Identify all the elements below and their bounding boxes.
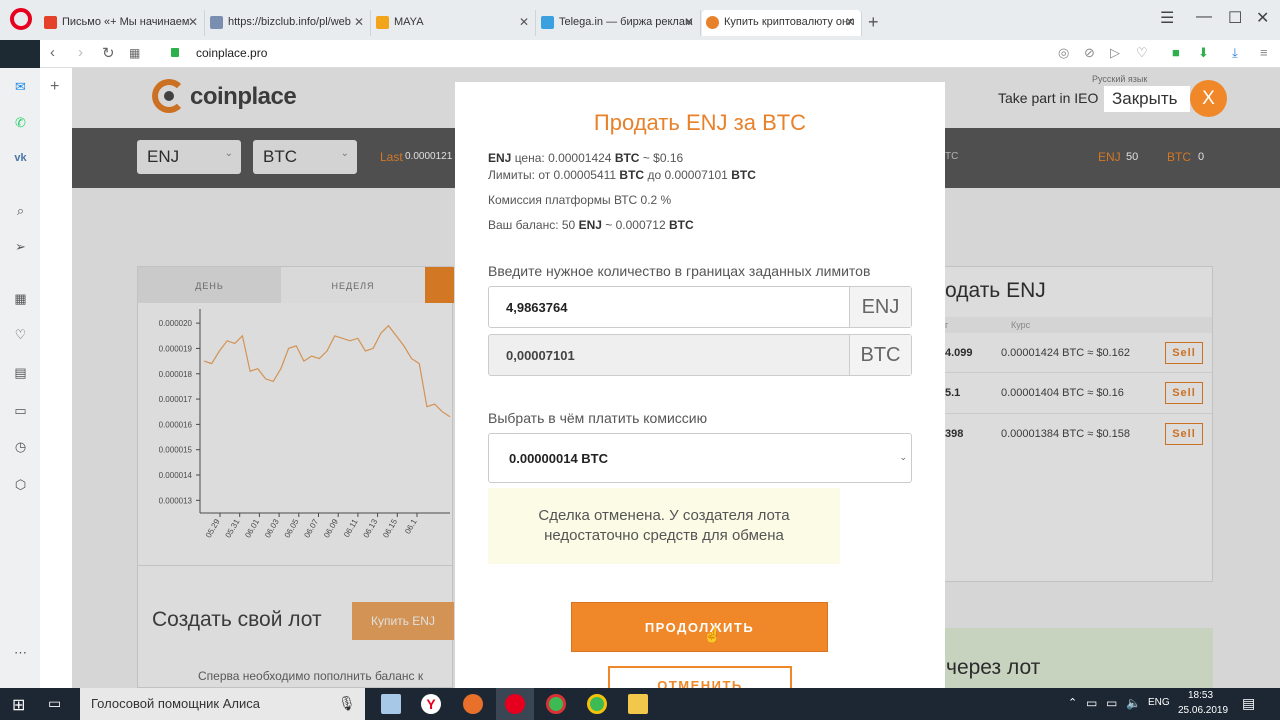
btc-amount-field[interactable]: 0,00007101 BTC (488, 334, 912, 376)
input-language[interactable]: ENG (1148, 697, 1170, 708)
continue-button[interactable]: ПРОДОЛЖИТЬ (571, 602, 828, 652)
extensions-icon[interactable]: ⬡ (12, 476, 29, 493)
sell-modal: Продать ENJ за BTC ENJ цена: 0.00001424 … (455, 82, 945, 688)
cursor-icon: ☝ (703, 627, 722, 644)
chevron-down-icon: ⌄ (899, 452, 907, 462)
browser-tab-bar: Письмо «+ Мы начинаем ✕ https://bizclub.… (0, 0, 1280, 40)
balance-info: Ваш баланс: 50 ENJ ~ 0.000712 BTC (488, 218, 694, 232)
adblock-icon[interactable]: ⊘ (1084, 45, 1095, 61)
search-icon[interactable]: ⌕ (12, 202, 29, 219)
close-label[interactable]: Закрыть (1104, 86, 1190, 112)
new-tab-button[interactable]: + (868, 12, 879, 33)
tab-telega[interactable]: Telega.in — биржа реклам ✕ (537, 10, 701, 36)
opera-app-icon[interactable] (505, 694, 525, 714)
close-tab-icon[interactable]: ✕ (188, 15, 198, 29)
cancel-button[interactable]: ОТМЕНИТЬ (608, 666, 792, 688)
chrome-app-icon[interactable] (546, 694, 566, 714)
limits-info: Лимиты: от 0.00005411 BTC до 0.00007101 … (488, 168, 756, 182)
lock-icon (171, 48, 179, 57)
fee-select[interactable]: 0.00000014 BTC ⌄ (488, 433, 912, 483)
telega-favicon-icon (541, 16, 554, 29)
tabs-grid-icon[interactable]: ▦ (129, 46, 140, 60)
btc-currency: BTC (849, 335, 911, 375)
close-tab-icon[interactable]: ✕ (354, 15, 364, 29)
news-icon[interactable]: ▤ (12, 364, 29, 381)
messenger-icon[interactable]: ✉ (12, 78, 29, 95)
menu-icon[interactable]: ≡ (1260, 45, 1268, 60)
btc-amount-value: 0,00007101 (506, 348, 575, 363)
tab-maya[interactable]: MAYA ✕ (372, 10, 536, 36)
tab-mail[interactable]: Письмо «+ Мы начинаем ✕ (40, 10, 205, 36)
amount-currency: ENJ (849, 287, 911, 327)
history-icon[interactable]: ◷ (12, 438, 29, 455)
network-icon[interactable]: ▭ (1086, 696, 1097, 710)
fee-info: Комиссия платформы ВТС 0.2 % (488, 193, 672, 207)
maximize-icon[interactable]: ☐ (1228, 8, 1242, 28)
bookmarks-icon[interactable]: ♡ (12, 326, 29, 343)
error-notice: Сделка отменена. У создателя лота недост… (488, 488, 840, 564)
url-field[interactable]: coinplace.pro (196, 46, 267, 60)
yandex-app-icon[interactable]: Y (421, 694, 441, 714)
tab-menu-icon[interactable]: ☰ (1160, 8, 1174, 28)
microphone-icon[interactable]: 🎙 (338, 695, 356, 712)
heart-icon[interactable]: ♡ (1136, 45, 1148, 61)
clock-date[interactable]: 25.06.2019 (1178, 705, 1228, 716)
amount-value: 4,9863764 (506, 300, 568, 315)
whatsapp-icon[interactable]: ✆ (12, 114, 29, 131)
close-tab-icon[interactable]: ✕ (684, 15, 694, 29)
fee-select-value: 0.00000014 BTC (509, 451, 609, 466)
firefox-app-icon[interactable] (463, 694, 483, 714)
close-window-icon[interactable]: ✕ (1256, 8, 1269, 28)
more-icon[interactable]: ⋯ (12, 644, 29, 661)
tab-coinplace[interactable]: Купить криптовалюту онл ✕ (702, 10, 862, 36)
fee-select-label: Выбрать в чём платить комиссию (488, 410, 708, 426)
explorer-app-icon[interactable] (628, 694, 648, 714)
amount-input[interactable]: 4,9863764 ENJ (488, 286, 912, 328)
battery-icon[interactable]: ▭ (1106, 696, 1117, 710)
price-info: ENJ цена: 0.00001424 BTC ~ $0.16 (488, 151, 684, 165)
windows-taskbar: ⊞ ▭ Голосовой помощник Алиса 🎙 Y ⌃ ▭ ▭ 🔈… (0, 688, 1280, 720)
add-panel-icon[interactable]: + (50, 78, 59, 96)
chrome-app-icon-2[interactable] (587, 694, 607, 714)
vk-icon[interactable]: vk (12, 150, 29, 167)
windows-start-icon[interactable]: ⊞ (12, 695, 25, 715)
close-tab-icon[interactable]: ✕ (519, 15, 529, 29)
amount-label: Введите нужное количество в границах зад… (488, 263, 871, 279)
coinplace-favicon-icon (706, 16, 719, 29)
opera-sidebar: ✉ ✆ vk ⌕ ➢ ▦ ♡ ▤ ▭ ◷ ⬡ ⋯ (0, 68, 40, 688)
send-sidebar-icon[interactable]: ➢ (12, 238, 29, 255)
opera-logo-icon[interactable] (10, 8, 32, 30)
tabs-icon[interactable]: ▭ (12, 402, 29, 419)
maya-favicon-icon (376, 16, 389, 29)
download-ext-icon[interactable]: ⬇ (1198, 45, 1209, 61)
taskbar-search[interactable]: Голосовой помощник Алиса 🎙 (80, 688, 365, 720)
sidebar-panel: + (40, 68, 72, 688)
speed-dial-icon[interactable]: ▦ (12, 290, 29, 307)
tab-bizclub[interactable]: https://bizclub.info/pl/web ✕ (206, 10, 371, 36)
close-tab-icon[interactable]: ✕ (845, 15, 855, 29)
notifications-icon[interactable]: ▤ (1242, 695, 1255, 712)
notepad-app-icon[interactable] (381, 694, 401, 714)
bizclub-favicon-icon (210, 16, 223, 29)
clock-time[interactable]: 18:53 (1188, 690, 1213, 701)
reload-icon[interactable]: ↻ (102, 44, 115, 62)
modal-title: Продать ENJ за BTC (593, 110, 807, 135)
task-view-icon[interactable]: ▭ (48, 695, 61, 712)
minimize-icon[interactable]: — (1196, 8, 1212, 26)
back-icon[interactable]: ‹ (50, 44, 55, 61)
address-bar: ‹ › ↻ ▦ coinplace.pro ◎ ⊘ ▷ ♡ ■ ⬇ ⤓ ≡ (40, 40, 1280, 68)
forward-icon[interactable]: › (78, 44, 83, 61)
downloads-icon[interactable]: ⤓ (1232, 45, 1238, 61)
mail-favicon-icon (44, 16, 57, 29)
send-icon[interactable]: ▷ (1110, 45, 1120, 61)
camera-icon[interactable]: ◎ (1058, 45, 1069, 61)
tray-arrow-icon[interactable]: ⌃ (1068, 696, 1077, 709)
close-modal-button[interactable]: X (1190, 80, 1227, 117)
volume-icon[interactable]: 🔈 (1126, 696, 1141, 710)
extension-icon[interactable]: ■ (1172, 45, 1180, 60)
